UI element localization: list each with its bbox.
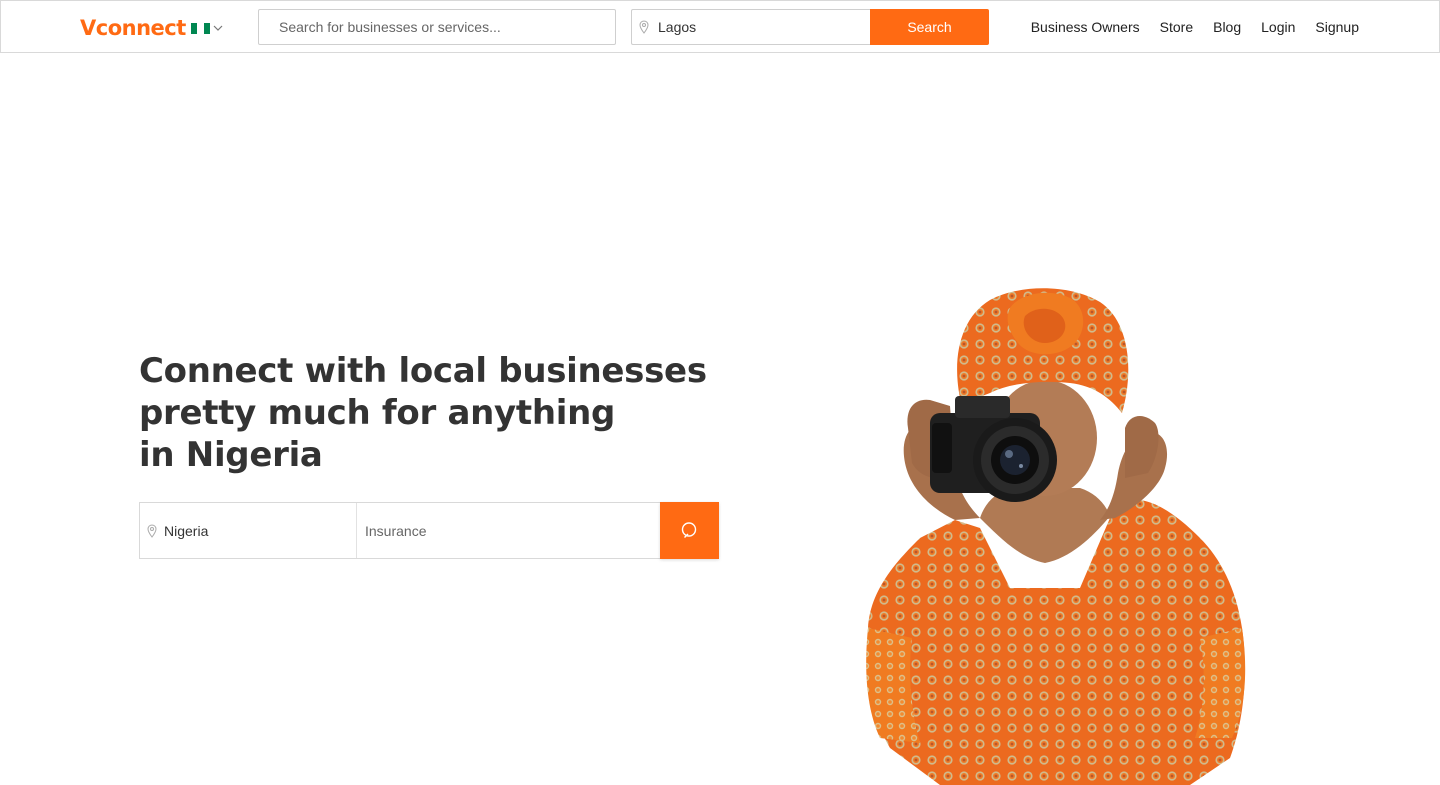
search-icon: [681, 521, 696, 538]
hero-photographer-image: [866, 288, 1246, 785]
location-pin-icon: [147, 523, 157, 538]
hero-location-field[interactable]: [140, 503, 357, 558]
hero-headline: Connect with local businesses pretty muc…: [139, 350, 739, 476]
location-search-field[interactable]: [631, 9, 871, 45]
nigeria-flag-icon: [191, 22, 210, 34]
country-selector[interactable]: [191, 21, 227, 35]
hero-headline-line: pretty much for anything: [139, 393, 616, 433]
vconnect-logo[interactable]: Vconnect: [80, 15, 186, 41]
nav-signup[interactable]: Signup: [1315, 18, 1359, 36]
hero-headline-line: Connect with local businesses: [139, 351, 707, 391]
hero-query-input[interactable]: [365, 522, 645, 539]
nav-business-owners[interactable]: Business Owners: [1031, 18, 1140, 36]
search-button[interactable]: Search: [870, 9, 989, 45]
hero-search-button[interactable]: [660, 502, 719, 559]
nav-store[interactable]: Store: [1160, 18, 1193, 36]
header-nav-links: Business Owners Store Blog Login Signup: [1031, 18, 1359, 36]
hero-headline-line: in Nigeria: [139, 435, 323, 475]
hero-search-bar: [139, 502, 719, 559]
top-navigation-bar: Vconnect Search Business Owners Store Bl…: [0, 0, 1440, 53]
business-search-input[interactable]: [258, 9, 616, 45]
nav-blog[interactable]: Blog: [1213, 18, 1241, 36]
location-pin-icon: [639, 20, 649, 34]
nav-login[interactable]: Login: [1261, 18, 1295, 36]
location-input[interactable]: [658, 19, 848, 35]
chevron-down-icon: [213, 25, 223, 31]
hero-location-input[interactable]: [164, 522, 344, 539]
